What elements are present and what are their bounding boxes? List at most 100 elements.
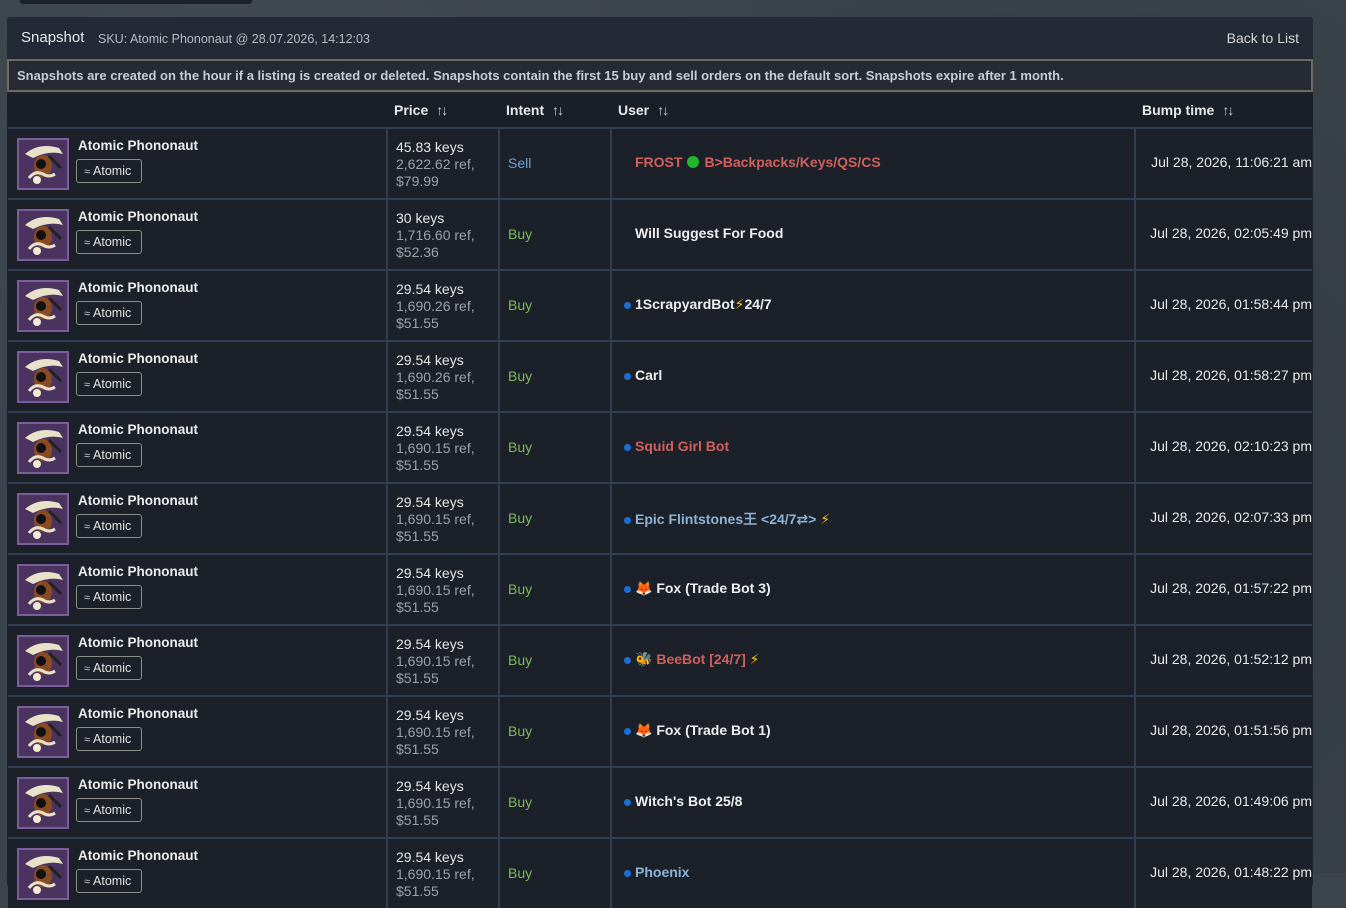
bump-time: Jul 28, 2026, 01:49:06 pm <box>1150 793 1312 809</box>
effect-badge: ≈Atomic <box>76 230 142 254</box>
price-usd: $51.55 <box>396 741 439 757</box>
item-name[interactable]: Atomic Phononaut <box>78 138 198 153</box>
user-link[interactable]: Epic Flintstones王 <24/7⇄> ⚡ <box>622 509 830 529</box>
item-image[interactable] <box>17 706 69 758</box>
effect-badge: ≈Atomic <box>76 585 142 609</box>
item-image[interactable] <box>17 493 69 545</box>
item-cell: Atomic Phononaut ≈Atomic <box>8 484 386 553</box>
item-image[interactable] <box>17 848 69 900</box>
online-status-icon <box>624 586 631 593</box>
intent-label: Buy <box>508 652 532 668</box>
price-cell: 29.54 keys 1,690.15 ref, $51.55 <box>386 626 498 695</box>
price-keys: 29.54 keys <box>396 778 464 794</box>
item-name[interactable]: Atomic Phononaut <box>78 635 198 650</box>
price-keys: 29.54 keys <box>396 636 464 652</box>
item-image[interactable] <box>17 138 69 190</box>
atomic-effect-icon: ≈ <box>84 805 90 817</box>
item-image[interactable] <box>17 564 69 616</box>
item-image[interactable] <box>17 351 69 403</box>
atomic-effect-icon: ≈ <box>84 521 90 533</box>
intent-label: Buy <box>508 297 532 313</box>
intent-cell: Buy <box>498 626 610 695</box>
table-row[interactable]: Atomic Phononaut ≈Atomic 45.83 keys 2,62… <box>8 127 1312 198</box>
effect-badge: ≈Atomic <box>76 798 142 822</box>
table-row[interactable]: Atomic Phononaut ≈Atomic 29.54 keys 1,69… <box>8 340 1312 411</box>
bump-cell: Jul 28, 2026, 02:10:23 pm <box>1134 413 1312 482</box>
user-link[interactable]: 🦊 Fox (Trade Bot 1) <box>622 722 771 739</box>
user-link[interactable]: 1ScrapyardBot⚡24/7 <box>622 296 772 313</box>
intent-cell: Sell <box>498 129 610 198</box>
item-name[interactable]: Atomic Phononaut <box>78 777 198 792</box>
atomic-effect-icon: ≈ <box>84 237 90 249</box>
price-ref: 1,690.15 ref, <box>396 653 475 669</box>
user-cell: Carl <box>610 342 1134 411</box>
price-cell: 29.54 keys 1,690.15 ref, $51.55 <box>386 484 498 553</box>
table-row[interactable]: Atomic Phononaut ≈Atomic 29.54 keys 1,69… <box>8 269 1312 340</box>
table-row[interactable]: Atomic Phononaut ≈Atomic 29.54 keys 1,69… <box>8 624 1312 695</box>
table-row[interactable]: Atomic Phononaut ≈Atomic 29.54 keys 1,69… <box>8 695 1312 766</box>
item-name[interactable]: Atomic Phononaut <box>78 209 198 224</box>
user-link[interactable]: FROSTB>Backpacks/Keys/QS/CS <box>622 154 881 170</box>
bump-cell: Jul 28, 2026, 01:48:22 pm <box>1134 839 1312 908</box>
item-name[interactable]: Atomic Phononaut <box>78 848 198 863</box>
price-header-label: Price <box>394 102 428 118</box>
user-name: Fox (Trade Bot 1) <box>656 722 770 738</box>
item-name[interactable]: Atomic Phononaut <box>78 493 198 508</box>
user-link[interactable]: Phoenix <box>622 864 689 880</box>
price-ref: 1,690.15 ref, <box>396 795 475 811</box>
item-cell: Atomic Phononaut ≈Atomic <box>8 768 386 837</box>
column-header-price[interactable]: Price ↑↓ <box>394 102 446 118</box>
price-cell: 29.54 keys 1,690.15 ref, $51.55 <box>386 555 498 624</box>
sort-arrows-icon[interactable]: ↑↓ <box>552 102 562 118</box>
column-header-bump-time[interactable]: Bump time↑↓ <box>1142 102 1232 118</box>
user-link[interactable]: Witch's Bot 25/8 <box>622 793 742 809</box>
user-link[interactable]: Squid Girl Bot <box>622 438 729 454</box>
atomic-effect-icon: ≈ <box>84 308 90 320</box>
sku-label: SKU: Atomic Phononaut @ 28.07.2026, 14:1… <box>98 32 370 46</box>
table-row[interactable]: Atomic Phononaut ≈Atomic 29.54 keys 1,69… <box>8 766 1312 837</box>
item-name[interactable]: Atomic Phononaut <box>78 280 198 295</box>
item-name[interactable]: Atomic Phononaut <box>78 351 198 366</box>
effect-label: Atomic <box>93 661 131 675</box>
item-image[interactable] <box>17 209 69 261</box>
effect-badge: ≈Atomic <box>76 443 142 467</box>
item-image[interactable] <box>17 422 69 474</box>
bump-time: Jul 28, 2026, 02:07:33 pm <box>1150 509 1312 525</box>
table-row[interactable]: Atomic Phononaut ≈Atomic 29.54 keys 1,69… <box>8 482 1312 553</box>
user-link[interactable]: 🦊 Fox (Trade Bot 3) <box>622 580 771 597</box>
user-cell: Epic Flintstones王 <24/7⇄> ⚡ <box>610 484 1134 553</box>
column-header-user[interactable]: User↑↓ <box>618 102 667 118</box>
item-image[interactable] <box>17 777 69 829</box>
item-name[interactable]: Atomic Phononaut <box>78 564 198 579</box>
user-name: BeeBot [24/7] <box>656 651 745 667</box>
back-to-list-link[interactable]: Back to List <box>1227 30 1299 46</box>
price-usd: $51.55 <box>396 883 439 899</box>
table-row[interactable]: Atomic Phononaut ≈Atomic 29.54 keys 1,69… <box>8 411 1312 482</box>
item-image[interactable] <box>17 280 69 332</box>
online-status-icon <box>624 799 631 806</box>
price-ref: 1,690.15 ref, <box>396 582 475 598</box>
intent-label: Sell <box>508 155 531 171</box>
sort-arrows-icon[interactable]: ↑↓ <box>657 102 667 118</box>
listings-table-body: Atomic Phononaut ≈Atomic 45.83 keys 2,62… <box>8 127 1312 908</box>
column-header-intent[interactable]: Intent↑↓ <box>506 102 562 118</box>
sort-arrows-icon[interactable]: ↑↓ <box>1222 102 1232 118</box>
intent-cell: Buy <box>498 555 610 624</box>
fox-icon: 🦊 <box>635 722 656 738</box>
item-name[interactable]: Atomic Phononaut <box>78 706 198 721</box>
sort-arrows-icon[interactable]: ↑↓ <box>436 102 446 118</box>
user-link[interactable]: 🐝 BeeBot [24/7] ⚡ <box>622 651 760 668</box>
price-ref: 1,690.15 ref, <box>396 724 475 740</box>
user-link[interactable]: Carl <box>622 367 662 383</box>
effect-label: Atomic <box>93 164 131 178</box>
item-image[interactable] <box>17 635 69 687</box>
user-link[interactable]: Will Suggest For Food <box>622 225 783 241</box>
user-name: Squid Girl Bot <box>635 438 729 454</box>
table-row[interactable]: Atomic Phononaut ≈Atomic 29.54 keys 1,69… <box>8 553 1312 624</box>
table-row[interactable]: Atomic Phononaut ≈Atomic 30 keys 1,716.6… <box>8 198 1312 269</box>
bump-time: Jul 28, 2026, 02:10:23 pm <box>1150 438 1312 454</box>
price-ref: 1,690.15 ref, <box>396 866 475 882</box>
effect-badge: ≈Atomic <box>76 372 142 396</box>
item-name[interactable]: Atomic Phononaut <box>78 422 198 437</box>
item-cell: Atomic Phononaut ≈Atomic <box>8 626 386 695</box>
